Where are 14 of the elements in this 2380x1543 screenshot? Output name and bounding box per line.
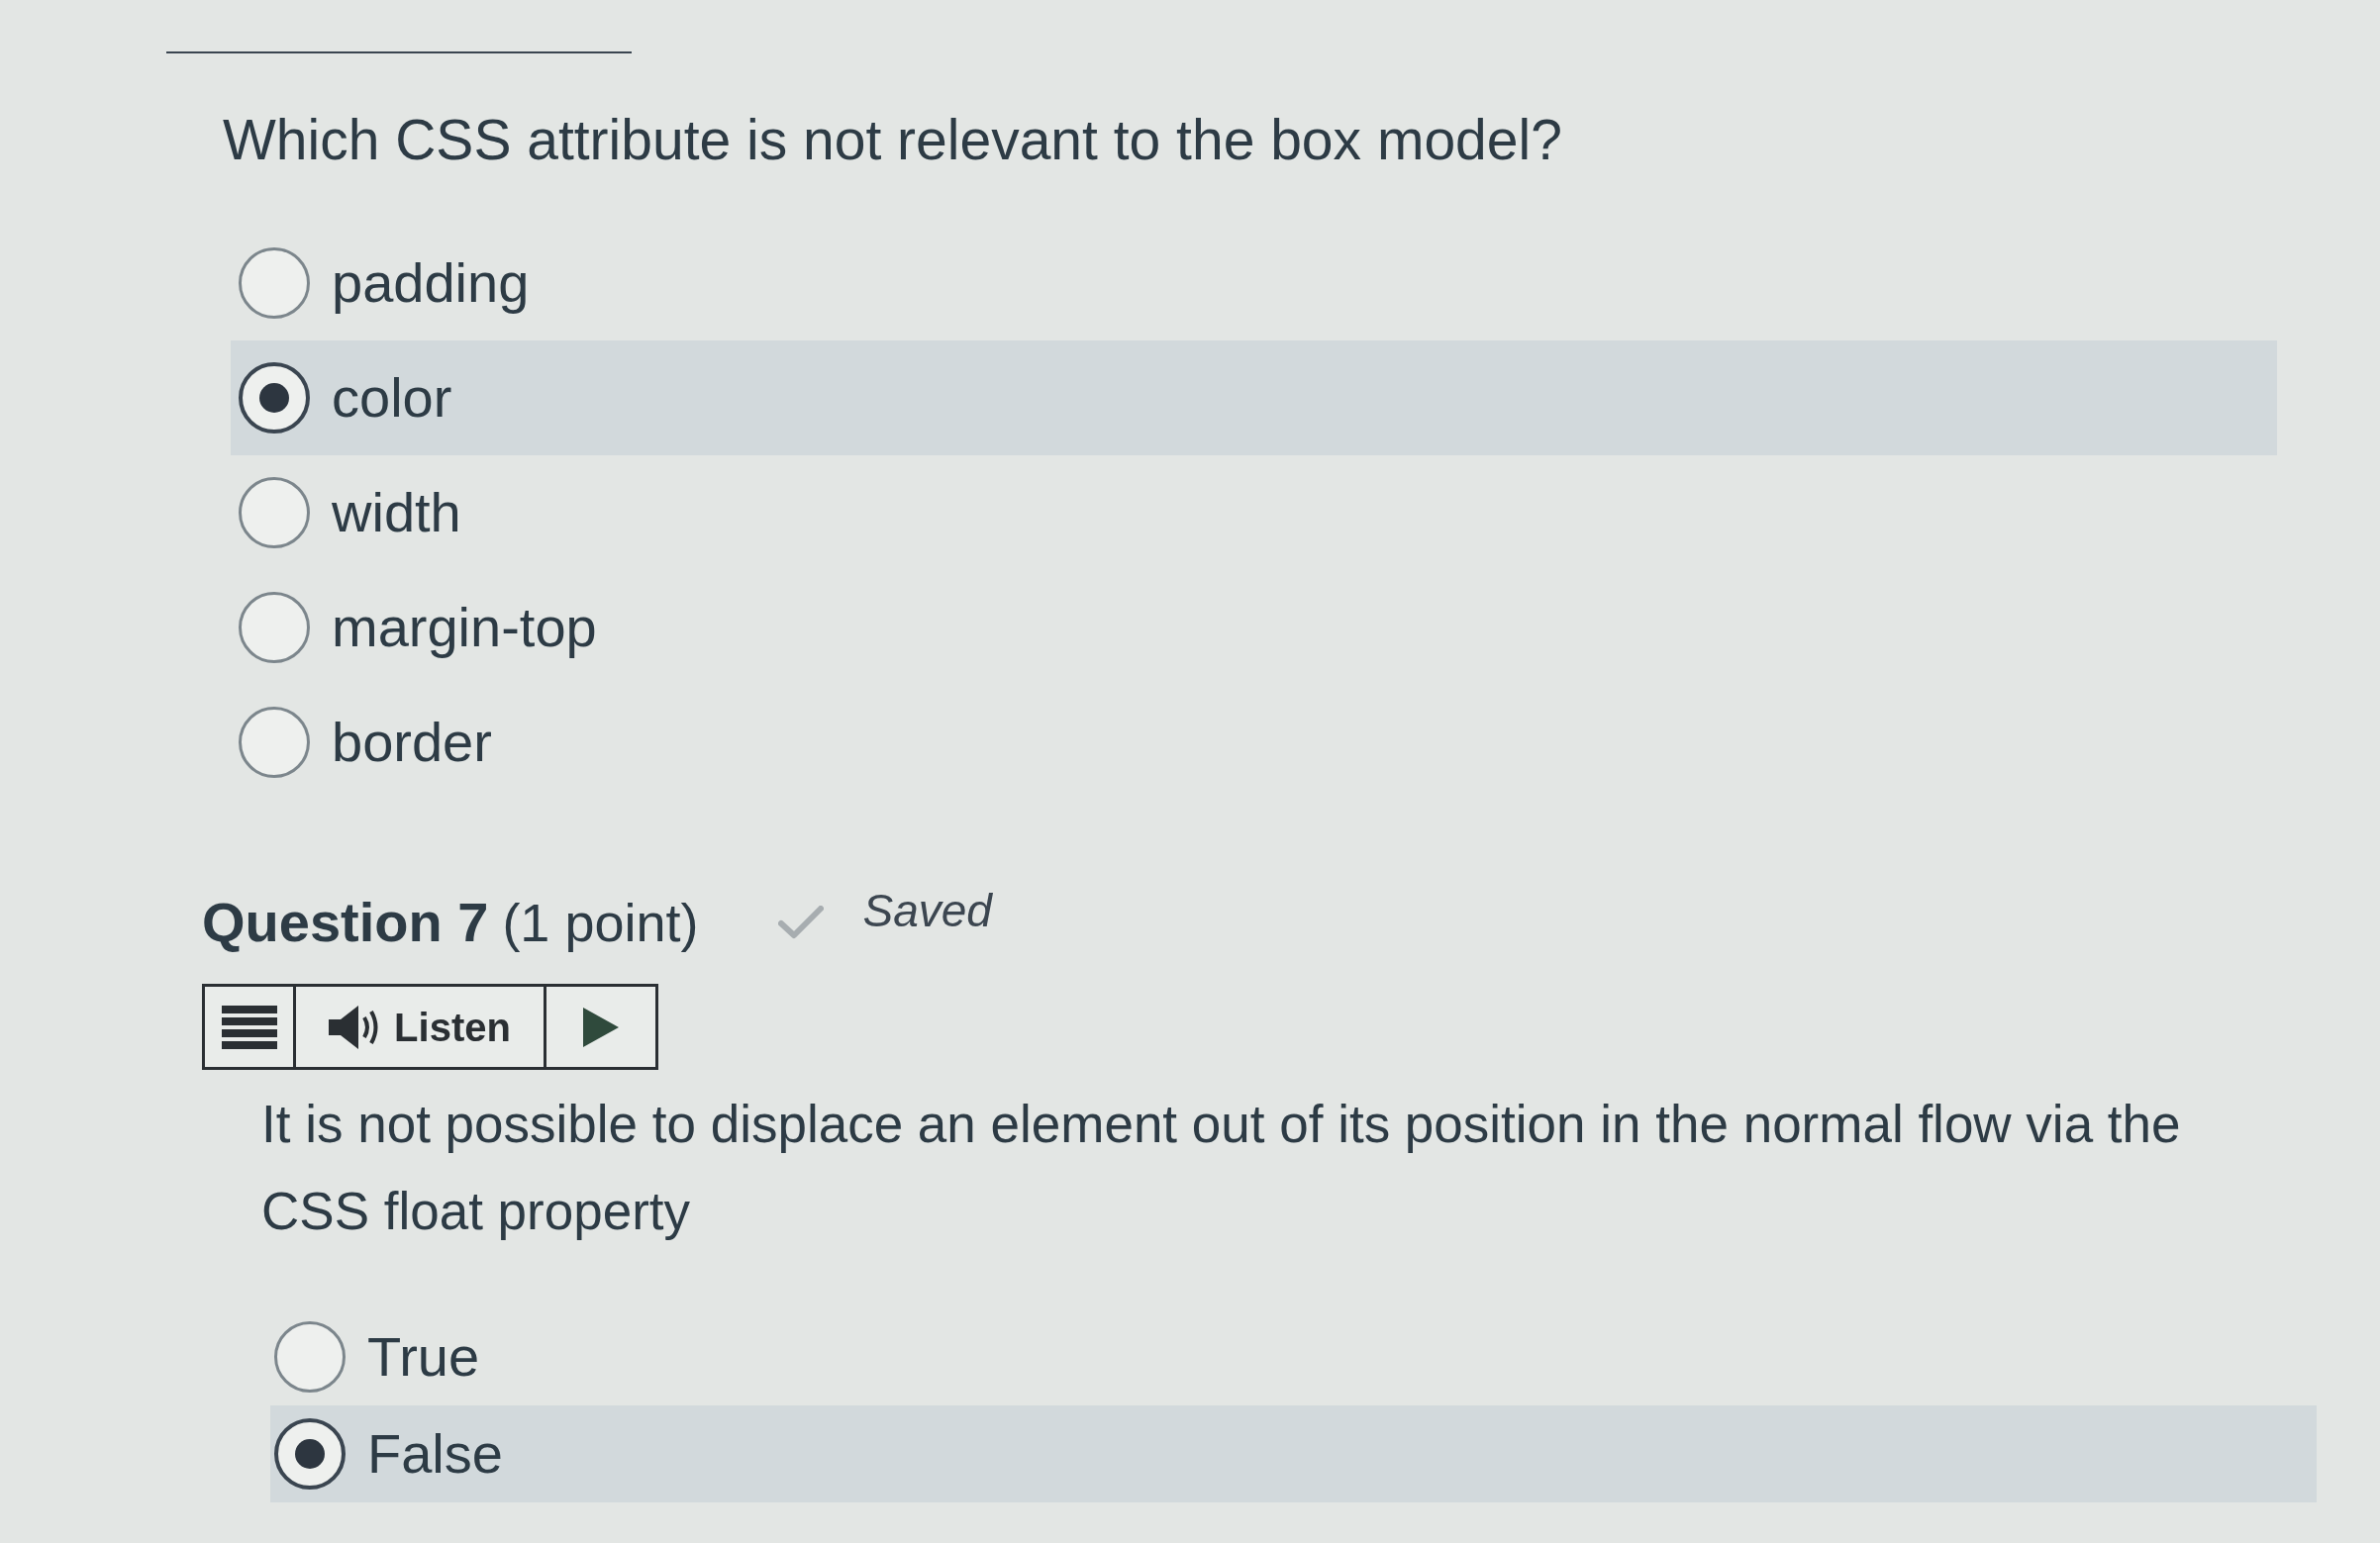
menu-icon [221, 1005, 277, 1049]
listen-button[interactable]: Listen [296, 987, 546, 1067]
question-points: (1 point) [502, 892, 699, 953]
play-icon [583, 1007, 619, 1047]
check-icon [777, 906, 824, 939]
option-label: False [367, 1426, 503, 1482]
option-label: color [332, 370, 452, 426]
question-heading: Question 7 [202, 892, 489, 953]
option-label: width [332, 485, 461, 540]
question-text: Which CSS attribute is not relevant to the box model? [223, 108, 1562, 171]
question-text: It is not possible to displace an element out of its position in the normal flow via the CSS float property [261, 1094, 2182, 1242]
option-label: border [332, 715, 492, 770]
option-label: True [367, 1329, 480, 1385]
saved-status: Saved [862, 883, 992, 938]
